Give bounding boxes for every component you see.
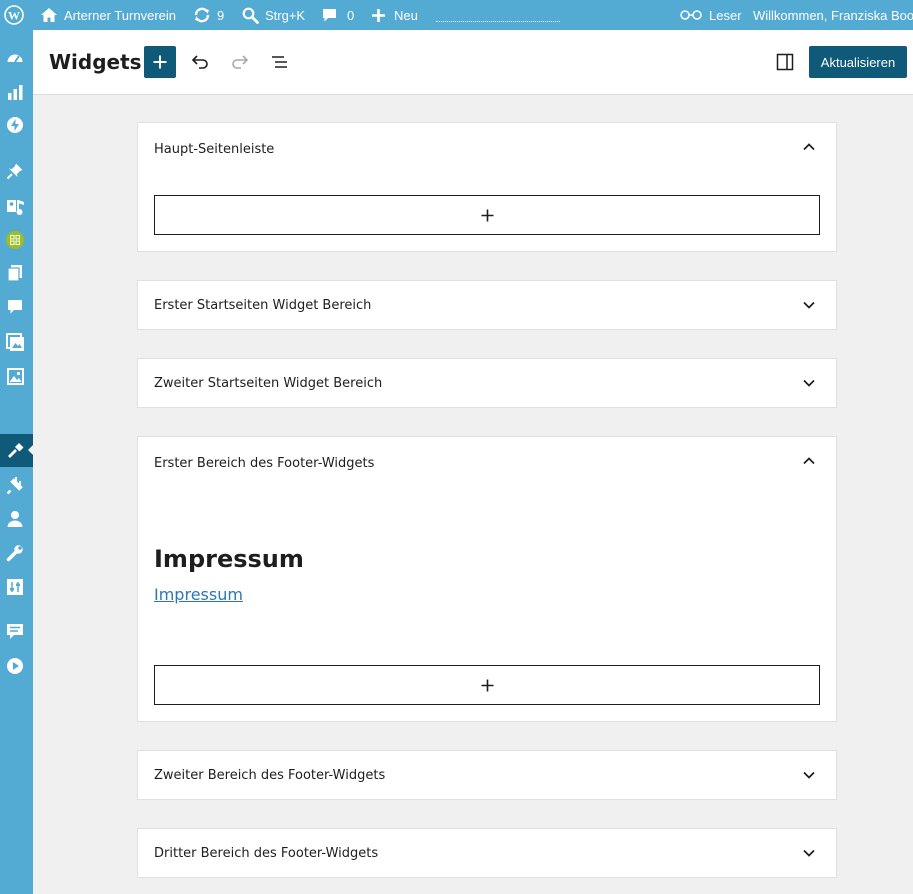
- comments-icon[interactable]: [5, 297, 25, 317]
- comment-icon: [323, 8, 336, 21]
- admin-bar: W Arterner Turnverein 9 Strg+K 0 Neu Les…: [0, 0, 913, 30]
- chevron-down-icon[interactable]: [802, 298, 816, 312]
- appearance-icon[interactable]: [5, 440, 25, 460]
- impressum-link[interactable]: Impressum: [154, 585, 243, 604]
- reader-label: Leser: [709, 7, 742, 23]
- comments-link[interactable]: 0: [321, 0, 354, 30]
- site-name: Arterner Turnverein: [64, 7, 176, 23]
- plugins-icon[interactable]: [5, 475, 25, 495]
- redo-button[interactable]: [228, 50, 252, 74]
- widget-area-title[interactable]: Erster Bereich des Footer-Widgets: [154, 439, 374, 487]
- plus-icon: [481, 679, 493, 691]
- media-icon[interactable]: [5, 196, 25, 216]
- reader-link[interactable]: Leser: [679, 0, 742, 30]
- search-icon: [242, 7, 259, 24]
- new-label: Neu: [394, 7, 418, 23]
- home-icon: [41, 8, 57, 22]
- widget-area-first-footer: Erster Bereich des Footer-Widgets Impres…: [137, 436, 837, 722]
- updates-link[interactable]: 9: [193, 0, 224, 30]
- users-icon[interactable]: [5, 509, 25, 529]
- widget-area-third-footer: Dritter Bereich des Footer-Widgets: [137, 828, 837, 878]
- updates-count: 9: [217, 7, 225, 23]
- account-link[interactable]: Willkommen, Franziska Boos: [753, 0, 913, 30]
- shortcut-label: Strg+K: [265, 7, 306, 23]
- refresh-icon: [194, 7, 210, 23]
- plus-icon: [481, 209, 493, 221]
- widget-area-title[interactable]: Zweiter Bereich des Footer-Widgets: [154, 751, 385, 799]
- jetpack-icon[interactable]: [5, 115, 25, 135]
- tools-icon[interactable]: [5, 543, 25, 563]
- stats-icon[interactable]: [5, 82, 25, 102]
- editor-header: Widgets Aktualisieren: [33, 30, 913, 95]
- add-block-appender[interactable]: [154, 195, 820, 235]
- admin-bar-divider: [436, 21, 560, 22]
- chevron-up-icon[interactable]: [802, 140, 816, 154]
- chevron-down-icon[interactable]: [802, 768, 816, 782]
- widget-area-title[interactable]: Erster Startseiten Widget Bereich: [154, 281, 371, 329]
- svg-text:W: W: [8, 9, 20, 23]
- list-view-button[interactable]: [268, 50, 292, 74]
- page-title: Widgets: [49, 50, 142, 74]
- badge-icon[interactable]: [5, 230, 25, 250]
- welcome-text: Willkommen, Franziska Boos: [753, 7, 913, 23]
- admin-sidebar: [0, 30, 34, 894]
- widget-area-main-sidebar: Haupt-Seitenleiste: [137, 122, 837, 252]
- widget-area-first-homepage: Erster Startseiten Widget Bereich: [137, 280, 837, 330]
- widget-area-title[interactable]: Zweiter Startseiten Widget Bereich: [154, 359, 382, 407]
- widget-area-second-footer: Zweiter Bereich des Footer-Widgets: [137, 750, 837, 800]
- active-indicator: [28, 444, 34, 456]
- gallery-icon[interactable]: [5, 332, 25, 352]
- undo-icon: [191, 55, 208, 69]
- list-view-icon: [272, 56, 287, 68]
- impressum-heading[interactable]: Impressum: [154, 545, 304, 573]
- plus-icon: [153, 55, 167, 69]
- glasses-icon: [680, 10, 702, 20]
- new-content-link[interactable]: Neu: [371, 0, 418, 30]
- chevron-down-icon[interactable]: [802, 376, 816, 390]
- add-block-button[interactable]: [144, 46, 176, 78]
- redo-icon: [232, 55, 249, 69]
- undo-button[interactable]: [188, 50, 212, 74]
- widget-area-title[interactable]: Dritter Bereich des Footer-Widgets: [154, 829, 378, 877]
- dashboard-icon[interactable]: [5, 48, 25, 68]
- update-button[interactable]: Aktualisieren: [809, 46, 907, 78]
- pin-icon[interactable]: [5, 161, 25, 181]
- add-block-appender[interactable]: [154, 665, 820, 705]
- search-shortcut[interactable]: Strg+K: [242, 0, 305, 30]
- wordpress-logo-icon[interactable]: W: [4, 0, 24, 30]
- settings-sidebar-button[interactable]: [773, 50, 797, 74]
- chevron-up-icon[interactable]: [802, 454, 816, 468]
- chevron-down-icon[interactable]: [802, 846, 816, 860]
- pages-icon[interactable]: [5, 263, 25, 283]
- widget-area-title[interactable]: Haupt-Seitenleiste: [154, 125, 274, 173]
- play-icon[interactable]: [5, 656, 25, 676]
- settings-icon[interactable]: [5, 577, 25, 597]
- site-name-link[interactable]: Arterner Turnverein: [40, 0, 176, 30]
- plus-icon: [372, 8, 385, 22]
- image-icon[interactable]: [5, 366, 25, 386]
- sidebar-toggle-icon: [776, 53, 794, 71]
- comments-count: 0: [347, 7, 355, 23]
- widget-area-second-homepage: Zweiter Startseiten Widget Bereich: [137, 358, 837, 408]
